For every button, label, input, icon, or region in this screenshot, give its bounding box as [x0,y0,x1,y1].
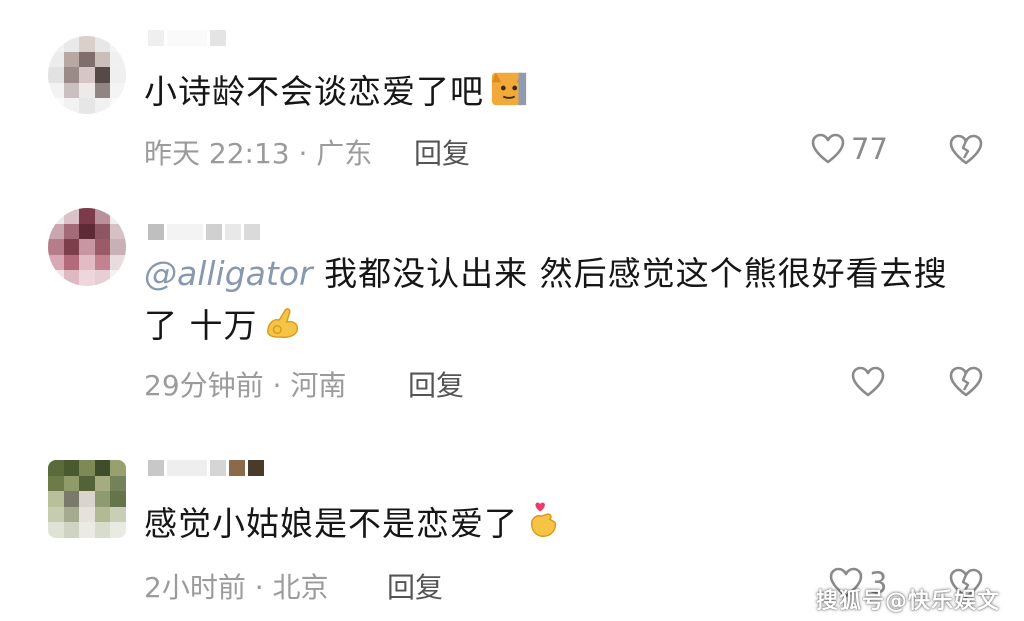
watermark: 搜狐号@快乐娱文 [815,589,1000,614]
heart-icon [811,133,845,164]
comment-body: 小诗龄不会谈恋爱了吧 [144,72,484,111]
comment-text-line2: 了 十万 [144,300,302,352]
reply-button[interactable]: 回复 [387,566,443,606]
comment-time: 昨天 22:13 [144,137,290,170]
finger-heart-emoji-icon [530,502,557,537]
comment-body: 感觉小姑娘是不是恋爱了 [144,504,518,543]
avatar[interactable] [48,460,126,538]
username-blurred[interactable] [148,30,226,54]
dislike-button[interactable] [948,134,984,166]
dislike-button[interactable] [948,366,984,398]
cat-emoji-icon [491,72,527,106]
comment-text: 感觉小姑娘是不是恋爱了 [144,498,562,550]
comment-item: 小诗龄不会谈恋爱了吧 昨天 22:13 · 广东 回复 77 [0,0,1024,200]
comment-text: 小诗龄不会谈恋爱了吧 [144,66,528,118]
meta-separator: · [289,137,317,170]
comment-meta: 29分钟前 · 河南 [144,364,346,404]
like-count: 77 [851,132,888,166]
broken-heart-icon [949,366,983,397]
comment-text: @alligator 我都没认出来 然后感觉这个熊很好看去搜 [144,248,948,300]
heart-icon [851,366,885,397]
comment-meta: 昨天 22:13 · 广东 [144,132,372,172]
comment-location: 河南 [290,369,347,402]
avatar[interactable] [48,208,126,286]
comment-item: @alligator 我都没认出来 然后感觉这个熊很好看去搜 了 十万 29分钟… [0,200,1024,440]
comment-time: 2小时前 [144,571,246,604]
comment-location: 广东 [316,137,373,170]
like-button[interactable] [851,366,891,398]
meta-separator: · [263,369,291,402]
like-button[interactable]: 77 [811,132,888,166]
comment-location: 北京 [272,571,329,604]
comment-meta: 2小时前 · 北京 [144,566,329,606]
meta-separator: · [245,571,273,604]
broken-heart-icon [949,134,983,165]
username-blurred[interactable] [148,224,260,248]
comment-body: 我都没认出来 然后感觉这个熊很好看去搜 [324,254,948,293]
reply-button[interactable]: 回复 [414,132,470,172]
user-mention-link[interactable]: @alligator [144,254,313,293]
comment-time: 29分钟前 [144,369,264,402]
reply-button[interactable]: 回复 [408,364,464,404]
avatar[interactable] [48,36,126,114]
comment-body: 了 十万 [144,306,258,345]
ok-hand-emoji-icon [266,308,298,339]
username-blurred[interactable] [148,460,264,484]
